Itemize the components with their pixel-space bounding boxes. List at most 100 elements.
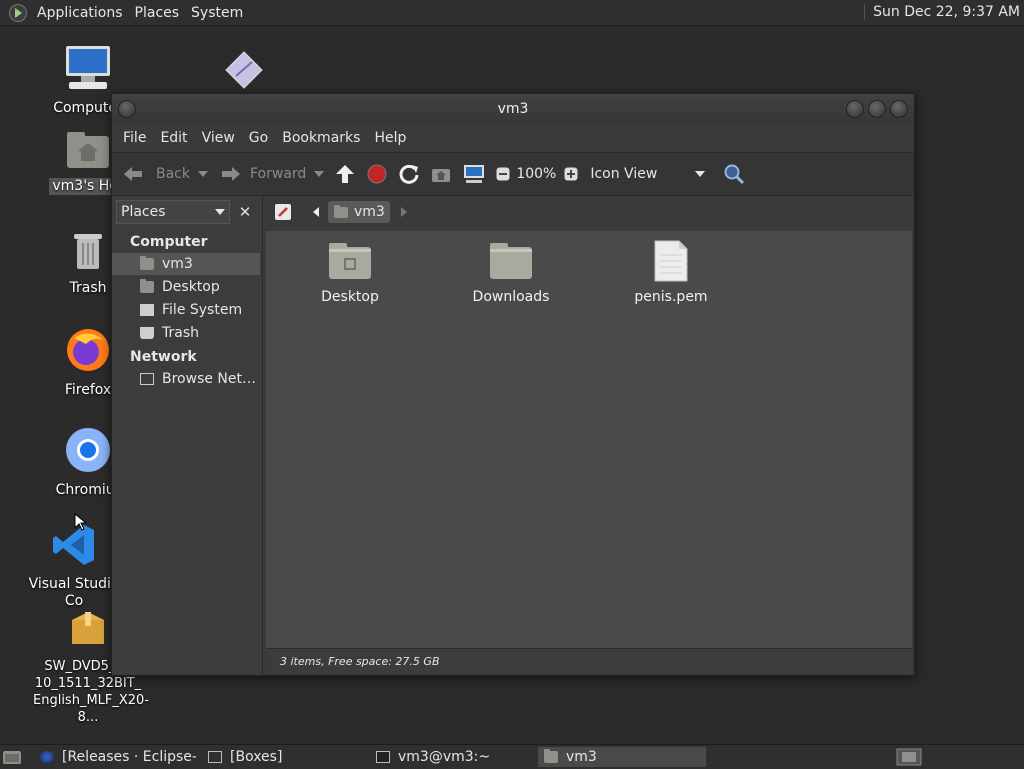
sidebar-section-network: Network [130,349,197,365]
chromium-icon [66,428,110,472]
system-menu[interactable]: System [185,5,249,21]
show-desktop-icon[interactable] [2,748,22,766]
file-manager-window: vm3 File Edit View Go Bookmarks Help Bac… [111,93,915,676]
file-item-desktop[interactable]: Desktop [290,239,410,305]
sidebar-item-vm3[interactable]: vm3 [112,253,260,275]
computer-icon [464,165,485,183]
workspace-switcher-icon[interactable] [896,748,922,766]
computer-button[interactable] [462,163,486,185]
search-icon [724,164,745,185]
sidebar-pane-value: Places [121,204,166,220]
menu-view[interactable]: View [195,130,242,146]
browser-icon [40,751,54,763]
chevron-left-icon[interactable] [310,205,322,219]
reload-button[interactable] [398,163,420,185]
sidebar-item-label: File System [162,302,243,318]
forward-history-dropdown[interactable] [314,171,325,177]
status-bar: 3 items, Free space: 27.5 GB [266,648,912,674]
trash-icon [74,234,102,269]
package-icon [72,612,104,644]
view-mode-value: Icon View [590,166,658,182]
up-button[interactable] [334,163,356,185]
menu-go[interactable]: Go [242,130,275,146]
task-releases-eclipse[interactable]: [Releases · Eclipse-… [34,747,196,767]
forward-label: Forward [250,166,307,182]
drive-icon [140,304,154,316]
close-button[interactable] [890,100,908,118]
chevron-down-icon [695,171,706,177]
menu-file[interactable]: File [116,130,153,146]
home-folder-icon [544,749,558,763]
task-terminal[interactable]: vm3@vm3:~ [370,747,532,767]
trash-icon [140,327,154,339]
back-label: Back [156,166,190,182]
stop-button[interactable] [366,163,388,185]
sidebar-item-label: Trash [162,325,199,341]
sidebar-item-trash[interactable]: Trash [112,322,260,344]
home-folder-icon [67,132,109,168]
sidebar: Places ✕ Computer vm3 Desktop File Syste… [112,196,263,674]
task-label: vm3@vm3:~ [398,749,491,765]
minimize-button[interactable] [846,100,864,118]
zoom-in-icon [564,167,578,181]
status-text: 3 items, Free space: 27.5 GB [280,655,440,668]
menu-bookmarks[interactable]: Bookmarks [275,130,367,146]
zoom-in-button[interactable] [564,167,578,181]
sidebar-item-file-system[interactable]: File System [112,299,260,321]
stop-icon [367,164,387,184]
zoom-out-button[interactable] [496,167,510,181]
places-menu[interactable]: Places [129,5,186,21]
desktop-folder-icon [140,279,154,293]
up-arrow-icon [336,165,355,183]
task-label: vm3 [566,749,597,765]
chevron-right-icon[interactable] [398,205,410,219]
top-panel: Applications Places System Sun Dec 22, 9… [0,0,1024,26]
bottom-panel: [Releases · Eclipse-… [Boxes] vm3@vm3:~ … [0,744,1024,769]
toolbar: Back Forward 100% Icon View [112,152,914,196]
window-icon [208,751,222,763]
back-button[interactable]: Back [122,165,190,183]
text-file-icon [654,240,688,282]
clock[interactable]: Sun Dec 22, 9:37 AM [864,4,1020,20]
breadcrumb-label: vm3 [354,204,385,220]
firefox-icon [67,329,109,371]
network-icon [140,373,154,385]
file-item-downloads[interactable]: Downloads [451,239,571,305]
sidebar-item-label: Browse Net… [162,371,257,387]
home-folder-icon [334,204,348,218]
home-folder-icon [140,256,154,270]
computer-icon [66,46,110,89]
view-mode-select[interactable]: Icon View [590,166,715,182]
file-item-label: Downloads [472,289,550,305]
home-button[interactable] [430,164,452,184]
task-boxes[interactable]: [Boxes] [202,747,362,767]
forward-arrow-icon [222,167,240,181]
distro-logo-icon[interactable] [9,3,27,22]
chevron-down-icon [215,209,225,215]
desktop-launcher-icon[interactable] [224,50,264,94]
breadcrumb-vm3[interactable]: vm3 [328,201,390,223]
zoom-level[interactable]: 100% [516,166,556,182]
search-button[interactable] [723,163,745,185]
desktop-folder-icon [329,243,371,279]
forward-button[interactable]: Forward [218,165,306,183]
menu-help[interactable]: Help [367,130,413,146]
maximize-button[interactable] [868,100,886,118]
sidebar-item-desktop[interactable]: Desktop [112,276,260,298]
task-vm3-file-manager[interactable]: vm3 [538,747,706,767]
sidebar-item-browse-network[interactable]: Browse Net… [112,368,260,390]
sidebar-pane-selector[interactable]: Places [116,200,230,224]
file-icon-view[interactable]: Desktop Downloads penis.pem [266,231,912,648]
close-sidebar-icon[interactable]: ✕ [234,201,256,223]
home-folder-icon [432,169,451,182]
diamond-icon [225,51,263,89]
back-arrow-icon [124,167,142,181]
window-title: vm3 [497,101,529,117]
applications-menu[interactable]: Applications [31,5,129,21]
edit-location-icon[interactable] [274,203,292,221]
reload-icon [399,164,419,184]
back-history-dropdown[interactable] [198,171,208,177]
title-bar[interactable]: vm3 [112,94,914,124]
file-item-penis-pem[interactable]: penis.pem [611,239,731,305]
menu-edit[interactable]: Edit [153,130,194,146]
